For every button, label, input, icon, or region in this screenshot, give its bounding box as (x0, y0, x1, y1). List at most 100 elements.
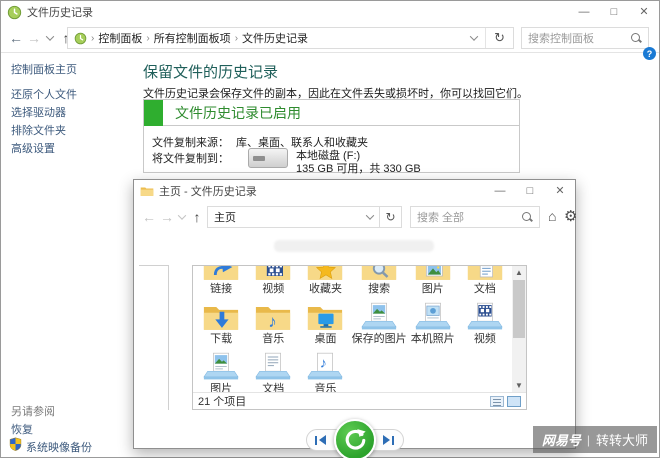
maximize-button[interactable]: □ (599, 1, 629, 22)
sidebar-item-system-image-backup[interactable]: 系统映像备份 (26, 439, 92, 455)
back-button[interactable]: ← (140, 209, 158, 225)
grid-item-video[interactable]: 视频 (247, 266, 299, 300)
grid-item-pictures[interactable]: 图片 (407, 266, 459, 300)
watermark-divider: | (586, 432, 590, 447)
see-also-header: 另请参阅 (11, 406, 55, 418)
search-all-input[interactable]: 搜索 全部 (410, 206, 540, 228)
folder-icon (361, 266, 397, 280)
folder-icon (308, 307, 343, 330)
folder-icon (203, 266, 239, 280)
search-placeholder: 搜索 全部 (417, 212, 465, 224)
library-icon (361, 302, 397, 330)
scroll-up-icon[interactable]: ▲ (512, 266, 526, 279)
window-title: 文件历史记录 (27, 7, 93, 19)
help-icon[interactable]: ? (643, 47, 656, 60)
back-button[interactable]: ← (7, 30, 25, 46)
file-history-browser-window: 主页 - 文件历史记录 — □ ✕ ← → ↑ 主页 ↻ 搜索 全部 ⌂ ⚙ 链… (133, 179, 577, 458)
grid-item-label: 视频 (262, 283, 285, 295)
address-value: 主页 (214, 212, 236, 224)
status-title: 文件历史记录已启用 (175, 104, 301, 121)
folder-icon (308, 266, 343, 280)
forward-button[interactable]: → (158, 209, 176, 225)
items-status-bar: 21 个项目 (193, 392, 526, 409)
grid-item-documents[interactable]: 文档 (459, 266, 511, 300)
address-dropdown-icon[interactable] (469, 32, 485, 44)
grid-item-link[interactable]: 链接 (195, 266, 247, 300)
library-icon (467, 302, 503, 330)
grid-item-search[interactable]: 搜索 (352, 266, 407, 300)
refresh-icon[interactable]: ↻ (486, 30, 513, 46)
uac-shield-icon (9, 437, 22, 451)
grid-item-lib-photos[interactable]: 本机照片 (407, 300, 459, 350)
sidebar-item-home[interactable]: 控制面板主页 (11, 61, 77, 77)
forward-button[interactable]: → (25, 30, 43, 46)
sidebar-item-exclude-folders[interactable]: 排除文件夹 (11, 122, 66, 138)
file-history-status-box: 文件历史记录已启用 文件复制来源： 库、桌面、联系人和收藏夹 将文件复制到： 本… (143, 99, 520, 175)
watermark-name: 转转大师 (595, 433, 648, 448)
item-count: 21 个项目 (198, 396, 247, 408)
vertical-scrollbar[interactable]: ▲ ▼ (512, 266, 526, 392)
copy-to-label: 将文件复制到： (152, 153, 229, 165)
svg-text:♪: ♪ (320, 355, 327, 371)
library-icon (255, 352, 291, 380)
crumb-separator-icon: › (91, 32, 95, 44)
window-title: 主页 - 文件历史记录 (159, 186, 257, 198)
up-button[interactable]: ↑ (188, 209, 206, 225)
file-history-app-icon (7, 5, 22, 19)
search-control-panel-input[interactable]: 搜索控制面板 (521, 27, 649, 49)
folder-icon (467, 266, 502, 280)
folder-icon: ♪ (256, 307, 291, 331)
breadcrumb-file-history[interactable]: 文件历史记录 (242, 30, 308, 46)
breadcrumb-all-items[interactable]: 所有控制面板项 (154, 30, 231, 46)
sidebar-item-advanced-settings[interactable]: 高级设置 (11, 140, 55, 156)
grid-item-desktop[interactable]: 桌面 (299, 300, 351, 350)
history-dropdown-icon[interactable] (176, 211, 188, 223)
titlebar-browser: 主页 - 文件历史记录 — □ ✕ (134, 180, 575, 202)
gear-icon[interactable]: ⚙ (564, 207, 577, 225)
hard-drive-icon (248, 148, 288, 168)
grid-item-music[interactable]: ♪ 音乐 (247, 300, 299, 350)
list-view-icon[interactable] (490, 395, 504, 407)
search-icon[interactable] (521, 211, 533, 223)
window-controls-main: — □ ✕ (569, 1, 659, 22)
grid-item-label: 视频 (473, 333, 496, 345)
grid-item-lib-videos[interactable]: 视频 (459, 300, 511, 350)
grid-item-favorites[interactable]: 收藏夹 (299, 266, 351, 300)
search-placeholder: 搜索控制面板 (528, 33, 594, 45)
restore-button[interactable] (333, 419, 376, 458)
grid-item-label: 音乐 (262, 333, 285, 345)
sidebar-item-restore-files[interactable]: 还原个人文件 (11, 86, 77, 102)
drive-space: 135 GB 可用，共 330 GB (296, 163, 421, 175)
previous-version-panel-edge (139, 265, 169, 410)
grid-item-lib-pictures[interactable]: 保存的图片 (352, 300, 407, 350)
scroll-down-icon[interactable]: ▼ (512, 379, 526, 392)
search-icon[interactable] (630, 32, 642, 44)
grid-item-label: 收藏夹 (308, 283, 342, 295)
close-button[interactable]: ✕ (629, 1, 659, 22)
status-green-indicator (144, 99, 163, 126)
close-button[interactable]: ✕ (545, 180, 575, 201)
history-dropdown-icon[interactable] (43, 31, 57, 44)
minimize-button[interactable]: — (485, 180, 515, 201)
library-icon (415, 302, 451, 330)
version-navigation (134, 417, 575, 458)
home-icon[interactable]: ⌂ (548, 208, 556, 224)
address-dropdown-icon[interactable] (365, 211, 379, 223)
sidebar-item-recovery[interactable]: 恢复 (11, 421, 33, 437)
thumbnail-view-icon[interactable] (507, 395, 521, 407)
grid-item-downloads[interactable]: 下载 (195, 300, 247, 350)
refresh-button[interactable]: ↻ (380, 206, 402, 228)
maximize-button[interactable]: □ (515, 180, 545, 201)
scrollbar-thumb[interactable] (513, 280, 525, 338)
minimize-button[interactable]: — (569, 1, 599, 22)
file-history-folder-icon (140, 187, 154, 196)
sidebar-item-select-drive[interactable]: 选择驱动器 (11, 104, 66, 120)
library-icon (203, 352, 239, 380)
watermark: 网易号 | 转转大师 (532, 426, 657, 453)
address-combo[interactable]: 主页 (207, 206, 380, 228)
breadcrumb-control-panel[interactable]: 控制面板 (98, 30, 142, 46)
grid-item-label: 链接 (210, 283, 233, 295)
folder-icon (203, 307, 239, 330)
address-bar[interactable]: › 控制面板 › 所有控制面板项 › 文件历史记录 ↻ (67, 27, 514, 49)
file-grid: 链接 视频 收藏夹 搜索 图片 文档 下载 ♪ 音乐 桌面 保存的图片 本机照片 视频 图片 文档 ♪ 音乐 (195, 266, 511, 395)
